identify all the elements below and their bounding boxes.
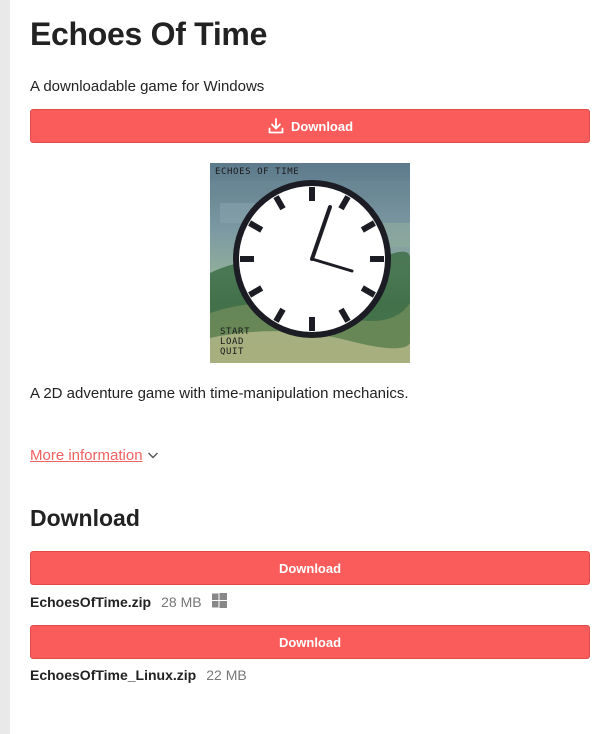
- download-button[interactable]: Download: [30, 109, 590, 143]
- file-size: 22 MB: [206, 667, 247, 683]
- download-icon: [267, 117, 285, 135]
- clock-icon: [233, 180, 391, 338]
- download-button-label: Download: [290, 118, 354, 134]
- file-size: 28 MB: [161, 594, 202, 610]
- download-linux-button[interactable]: Download: [30, 625, 590, 659]
- file-name: EchoesOfTime_Linux.zip: [30, 667, 197, 683]
- cover-menu: START LOAD QUIT: [220, 327, 250, 357]
- cover-title-text: ECHOES OF TIME: [215, 167, 300, 177]
- cover-menu-quit: QUIT: [220, 347, 245, 357]
- more-information-label: More information: [30, 447, 143, 464]
- download-windows-button[interactable]: Download: [30, 551, 590, 585]
- game-description: A 2D adventure game with time-manipulati…: [30, 385, 409, 402]
- game-cover-image: ECHOES OF TIME START LOAD QUIT: [210, 163, 410, 363]
- cover-menu-load: LOAD: [220, 337, 245, 347]
- file-name: EchoesOfTime.zip: [30, 594, 152, 610]
- page-subtitle: A downloadable game for Windows: [30, 78, 265, 95]
- game-page: Echoes Of Time A downloadable game for W…: [10, 0, 602, 734]
- cover-menu-start: START: [220, 327, 251, 337]
- upload-item-windows: EchoesOfTime.zip 28 MB: [30, 593, 227, 611]
- page-title: Echoes Of Time: [30, 16, 268, 52]
- more-information-link[interactable]: More information: [30, 447, 159, 464]
- windows-icon: [211, 593, 227, 611]
- download-section-title: Download: [30, 505, 140, 531]
- download-linux-button-label: Download: [278, 634, 342, 650]
- chevron-down-icon: [147, 447, 159, 464]
- upload-item-linux: EchoesOfTime_Linux.zip 22 MB: [30, 667, 247, 683]
- download-windows-button-label: Download: [278, 560, 342, 576]
